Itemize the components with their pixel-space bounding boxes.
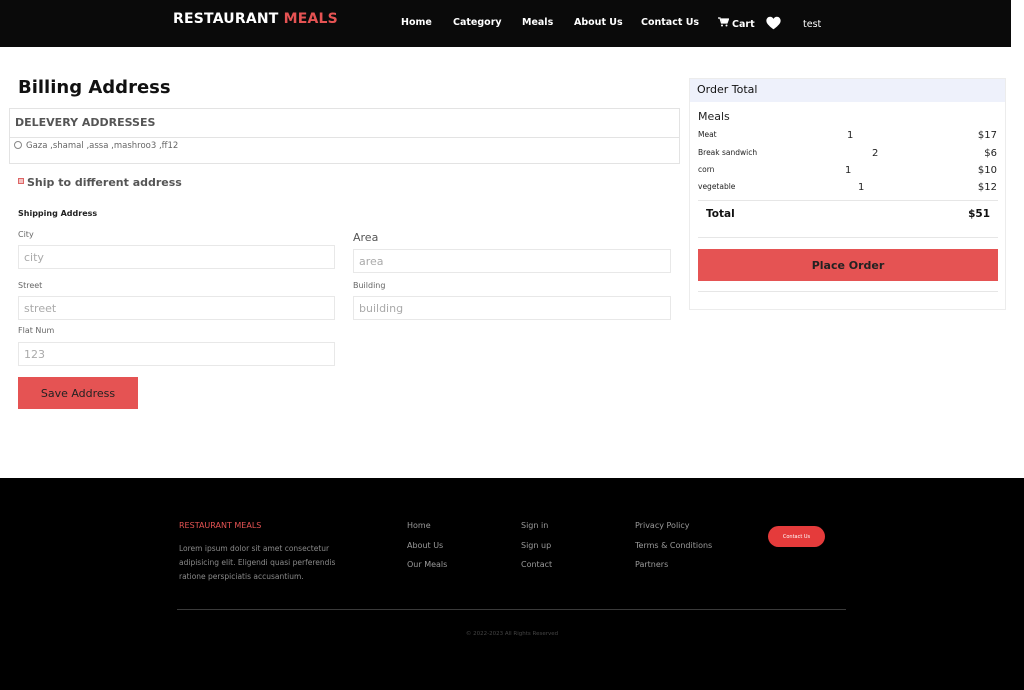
footer-link-sign-up[interactable]: Sign up: [521, 541, 551, 550]
order-item: Break sandwich 2 $6: [690, 148, 1005, 164]
divider: [698, 291, 998, 292]
area-input[interactable]: [353, 249, 671, 273]
order-item-price: $17: [977, 130, 997, 141]
delivery-addresses-panel: DELEVERY ADDRESSES Gaza ,shamal ,assa ,m…: [9, 108, 680, 164]
city-label: City: [18, 230, 34, 239]
order-item-price: $6: [984, 148, 997, 159]
order-item-qty: 1: [858, 182, 865, 193]
page-title: Billing Address: [18, 77, 171, 98]
order-item-name: vegetable: [698, 182, 736, 191]
copyright: © 2022-2023 All Rights Reserved: [465, 631, 559, 637]
footer-link-about-us[interactable]: About Us: [407, 541, 443, 550]
footer-link-partners[interactable]: Partners: [635, 560, 668, 569]
total-label: Total: [706, 208, 735, 220]
street-label: Street: [18, 281, 43, 290]
address-option[interactable]: Gaza ,shamal ,assa ,mashroo3 ,ff12: [14, 141, 178, 151]
ship-different-toggle[interactable]: Ship to different address: [18, 176, 182, 189]
delivery-addresses-heading: DELEVERY ADDRESSES: [10, 109, 679, 138]
footer-link-contact[interactable]: Contact: [521, 560, 552, 569]
brand-logo[interactable]: RESTAURANT MEALS: [173, 11, 338, 27]
order-total-panel: Order Total Meals Meat 1 $17 Break sandw…: [689, 78, 1006, 310]
order-item-name: corn: [698, 165, 715, 174]
divider: [698, 200, 998, 201]
shipping-address-heading: Shipping Address: [18, 209, 98, 218]
brand-accent: MEALS: [283, 11, 338, 27]
cart-icon: [718, 17, 730, 30]
navbar: RESTAURANT MEALS Home Category Meals Abo…: [0, 0, 1011, 47]
nav-about-us[interactable]: About Us: [574, 17, 623, 28]
order-item-qty: 2: [872, 148, 879, 159]
city-input[interactable]: [18, 245, 335, 269]
save-address-button[interactable]: Save Address: [18, 377, 138, 409]
ship-different-checkbox[interactable]: [18, 178, 24, 184]
nav-home[interactable]: Home: [401, 17, 432, 28]
footer-link-home[interactable]: Home: [407, 521, 431, 530]
footer-divider: [177, 609, 846, 610]
flat-num-label: Flat Num: [18, 326, 55, 335]
heart-icon[interactable]: [766, 15, 782, 31]
nav-contact-us[interactable]: Contact Us: [641, 17, 699, 28]
footer-link-privacy-policy[interactable]: Privacy Policy: [635, 521, 690, 530]
nav-category[interactable]: Category: [453, 17, 502, 28]
footer-link-terms[interactable]: Terms & Conditions: [635, 541, 712, 550]
ship-different-label: Ship to different address: [27, 176, 182, 189]
order-item-name: Meat: [698, 130, 717, 139]
footer-description: Lorem ipsum dolor sit amet consectetur a…: [179, 544, 336, 581]
order-item-price: $10: [977, 165, 997, 176]
brand-main: RESTAURANT: [173, 11, 279, 27]
street-input[interactable]: [18, 296, 335, 320]
user-menu[interactable]: test: [803, 19, 821, 30]
place-order-button[interactable]: Place Order: [698, 249, 998, 281]
order-item-qty: 1: [847, 130, 854, 141]
order-total-heading: Order Total: [690, 79, 1005, 102]
order-item: corn 1 $10: [690, 165, 1005, 181]
order-item-price: $12: [977, 182, 997, 193]
area-label: Area: [353, 231, 379, 244]
footer-link-sign-in[interactable]: Sign in: [521, 521, 548, 530]
order-item: Meat 1 $17: [690, 130, 1005, 146]
address-radio[interactable]: [14, 141, 22, 149]
divider: [698, 237, 998, 238]
cart-label: Cart: [732, 19, 755, 30]
building-label: Building: [353, 281, 386, 290]
order-item-name: Break sandwich: [698, 148, 758, 157]
nav-meals[interactable]: Meals: [522, 17, 553, 28]
footer: RESTAURANT MEALS Lorem ipsum dolor sit a…: [0, 478, 1024, 690]
address-option-label: Gaza ,shamal ,assa ,mashroo3 ,ff12: [26, 141, 179, 151]
footer-link-our-meals[interactable]: Our Meals: [407, 560, 447, 569]
order-item-qty: 1: [845, 165, 852, 176]
order-item: vegetable 1 $12: [690, 182, 1005, 198]
flat-num-input[interactable]: [18, 342, 335, 366]
footer-contact-button[interactable]: Contact Us: [768, 526, 825, 547]
meals-heading: Meals: [698, 110, 730, 123]
total-value: $51: [968, 208, 990, 220]
footer-brand: RESTAURANT MEALS: [179, 521, 262, 530]
building-input[interactable]: [353, 296, 671, 320]
nav-cart[interactable]: Cart: [718, 17, 755, 30]
